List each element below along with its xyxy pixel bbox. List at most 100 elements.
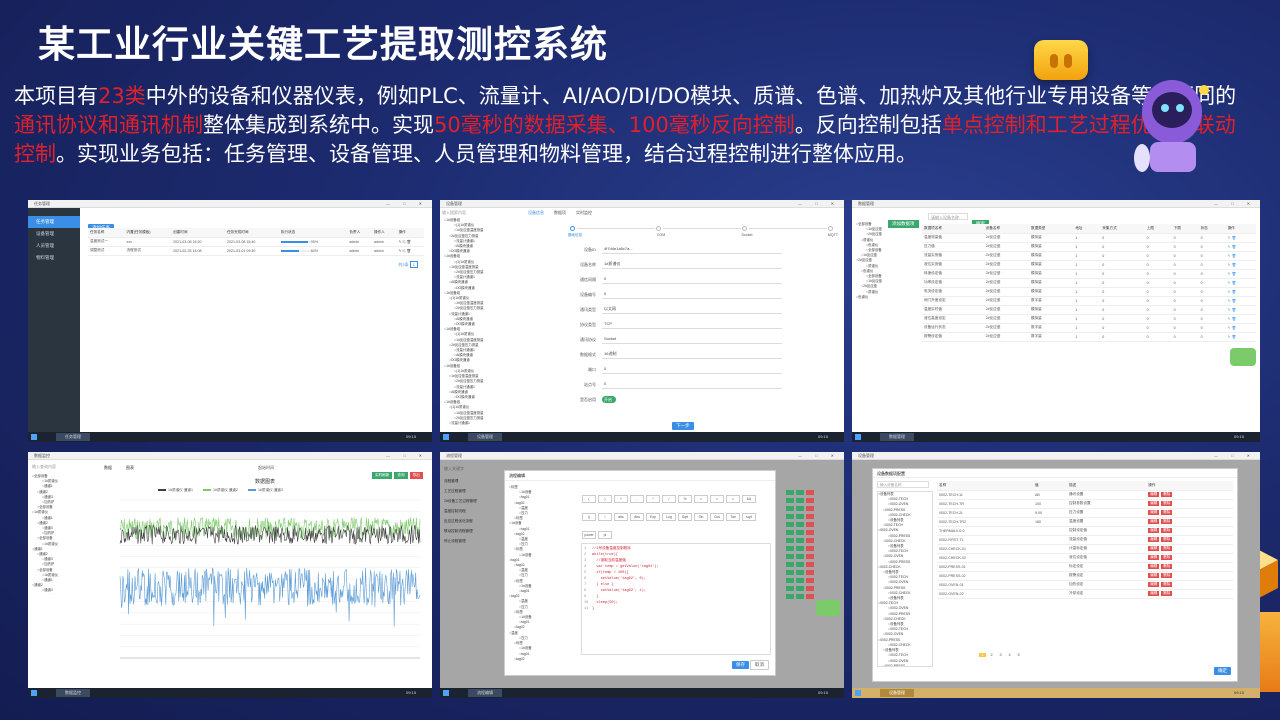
delete-button[interactable]: 删除 bbox=[1161, 546, 1173, 551]
delete-button[interactable]: 删除 bbox=[1161, 573, 1173, 578]
table-row[interactable]: 0002-CHECK-01 计量标定值 编辑 删除 bbox=[937, 544, 1233, 554]
edit-button[interactable]: 编辑 bbox=[1148, 528, 1160, 533]
row-actions[interactable]: 编辑 删除 bbox=[1146, 508, 1233, 518]
row-actions[interactable]: ✎ 🗑 bbox=[1225, 296, 1256, 306]
legend-entry[interactable]: 1#质谱仪 通道1 bbox=[168, 488, 193, 492]
edit-button[interactable]: 编辑 bbox=[1148, 555, 1160, 560]
tab[interactable]: 图表 bbox=[126, 465, 134, 470]
action-button-icon[interactable] bbox=[796, 594, 804, 599]
row-actions[interactable]: ✎ 🗑 bbox=[1225, 305, 1256, 315]
step-label[interactable]: MQTT bbox=[818, 233, 844, 237]
page-number[interactable]: 4 bbox=[1006, 653, 1013, 657]
table-row[interactable]: 0002-FIRST-TL 流量设定值 编辑 删除 bbox=[937, 535, 1233, 545]
table-row[interactable]: 温度测试一 xxx 2021-03-08 15:20 2021-03-08 15:40… bbox=[88, 237, 424, 247]
start-icon[interactable] bbox=[31, 434, 37, 440]
row-actions[interactable]: 编辑 删除 bbox=[1146, 553, 1233, 563]
field-input[interactable]: 1#质谱仪 bbox=[602, 259, 782, 269]
delete-button[interactable]: 删除 bbox=[1161, 501, 1173, 506]
delete-button[interactable]: 删除 bbox=[1161, 510, 1173, 515]
page-number[interactable]: 3 bbox=[997, 653, 1004, 657]
keypad-button[interactable]: Abs bbox=[630, 513, 644, 521]
table-row[interactable]: 功率设定值 2#反应釜 模拟量 1 0 0 0 0 ✎ 🗑 bbox=[922, 278, 1256, 288]
table-row[interactable]: 转速设定值 2#反应釜 模拟量 1 0 0 0 0 ✎ 🗑 bbox=[922, 269, 1256, 279]
cancel-button[interactable]: 取消 bbox=[750, 653, 769, 671]
search-input[interactable]: 输入搜索内容 bbox=[442, 210, 466, 216]
field-input[interactable]: 4f7d4e1a5c7a... bbox=[602, 244, 782, 254]
table-row[interactable]: 阀门开度设定 2#反应釜 数字量 1 0 0 0 0 ✎ 🗑 bbox=[922, 296, 1256, 306]
edit-button[interactable]: 编辑 bbox=[1148, 582, 1160, 587]
delete-button[interactable]: 删除 bbox=[1161, 555, 1173, 560]
row-actions[interactable]: 编辑 删除 bbox=[1146, 571, 1233, 581]
page-number[interactable]: 1 bbox=[979, 653, 986, 657]
confirm-button[interactable]: 确定 bbox=[1214, 659, 1231, 677]
legend-entry[interactable]: 1#质谱仪 通道3 bbox=[258, 488, 283, 492]
row-actions[interactable]: 编辑 删除 bbox=[1146, 544, 1233, 554]
delete-button[interactable]: 删除 bbox=[1161, 537, 1173, 542]
table-row[interactable]: 0002-TECH-TR 100 控制参数设置 编辑 删除 bbox=[937, 499, 1233, 509]
row-actions[interactable]: 编辑 删除 bbox=[1146, 580, 1233, 590]
code-editor[interactable]: 1//1号设备温度控制程序 2 while(true){3 //读取当前温度值 4 v… bbox=[581, 543, 771, 655]
edit-button[interactable]: 编辑 bbox=[1148, 501, 1160, 506]
field-input[interactable]: 0 bbox=[602, 379, 782, 389]
keypad-button[interactable]: = bbox=[726, 495, 740, 503]
table-row[interactable]: 温度实时值 2#反应釜 模拟量 1 0 0 0 0 ✎ 🗑 bbox=[922, 305, 1256, 315]
table-row[interactable]: 0002-PRESS-01 标定设定 编辑 删除 bbox=[937, 562, 1233, 572]
table-row[interactable]: 设备运行状态 2#反应釜 数字量 1 0 0 0 0 ✎ 🗑 bbox=[922, 323, 1256, 333]
table-row[interactable]: THERMALV-0-0 控制设定值 编辑 删除 bbox=[937, 526, 1233, 536]
floating-widget-icon[interactable] bbox=[816, 600, 840, 616]
row-actions[interactable]: ✎ 🗑 bbox=[1225, 278, 1256, 288]
keypad-button[interactable]: pi bbox=[598, 531, 612, 539]
table-row[interactable]: 0002-TECH-2L 5.00 压力设置 编辑 删除 bbox=[937, 508, 1233, 518]
step-label[interactable]: COM bbox=[646, 233, 676, 237]
row-actions[interactable]: ✎ 🗑 bbox=[1225, 233, 1256, 243]
keypad-button[interactable]: power bbox=[582, 531, 596, 539]
save-button[interactable]: 保存 bbox=[732, 653, 749, 671]
edit-button[interactable]: 编辑 bbox=[1148, 510, 1160, 515]
table-row[interactable]: 压力值 2#反应釜 模拟量 1 0 0 0 0 ✎ 🗑 bbox=[922, 242, 1256, 252]
action-button-icon[interactable] bbox=[786, 594, 794, 599]
sidebar-item[interactable]: 设备管理 bbox=[28, 228, 80, 240]
row-actions[interactable]: ✎ 🗑 bbox=[1225, 242, 1256, 252]
edit-button[interactable]: 编辑 bbox=[1148, 519, 1160, 524]
field-input[interactable]: 0 bbox=[602, 364, 782, 374]
action-button-icon[interactable] bbox=[806, 594, 814, 599]
keypad-button[interactable]: Sqrt bbox=[678, 513, 692, 521]
tree-node[interactable]: 0002-PRESS bbox=[878, 664, 932, 666]
keypad-button[interactable]: Tan bbox=[726, 513, 740, 521]
keypad-button[interactable]: ) bbox=[598, 495, 612, 503]
delete-button[interactable]: 删除 bbox=[1161, 582, 1173, 587]
tab[interactable]: 数据 bbox=[104, 465, 112, 470]
start-icon[interactable] bbox=[855, 690, 861, 696]
row-actions[interactable]: 编辑 删除 bbox=[1146, 517, 1233, 527]
table-row[interactable]: 报警设定值 2#反应釜 数字量 1 0 0 0 0 ✎ 🗑 bbox=[922, 332, 1256, 342]
page-number[interactable]: 2 bbox=[988, 653, 995, 657]
start-icon[interactable] bbox=[443, 690, 449, 696]
table-row[interactable]: 0002-CHECK-02 液位设定值 编辑 删除 bbox=[937, 553, 1233, 563]
row-actions[interactable]: ✎ ⎘ 🗑 bbox=[396, 237, 424, 247]
keypad-button[interactable]: - bbox=[630, 495, 644, 503]
field-input[interactable]: 0 bbox=[602, 289, 782, 299]
row-actions[interactable]: 编辑 删除 bbox=[1146, 490, 1233, 500]
field-input[interactable]: 0 bbox=[602, 274, 782, 284]
search-input[interactable]: 请输入设备名称 bbox=[928, 213, 968, 220]
keypad-button[interactable]: sqrt bbox=[742, 513, 756, 521]
keypad-button[interactable]: || bbox=[582, 513, 596, 521]
keypad-button[interactable]: Sin bbox=[694, 513, 708, 521]
floating-widget-icon[interactable] bbox=[1230, 348, 1256, 366]
keypad-button[interactable]: > bbox=[694, 495, 708, 503]
search-input[interactable]: 输入设备名称 bbox=[877, 481, 929, 488]
sidebar-item[interactable]: 人员管理 bbox=[28, 240, 80, 252]
row-actions[interactable]: 编辑 删除 bbox=[1146, 499, 1233, 509]
keypad-button[interactable]: / bbox=[662, 495, 676, 503]
keypad-button[interactable]: * bbox=[646, 495, 660, 503]
keypad-button[interactable]: + bbox=[614, 495, 628, 503]
edit-button[interactable]: 编辑 bbox=[1148, 546, 1160, 551]
row-actions[interactable]: ✎ 🗑 bbox=[1225, 332, 1256, 342]
keypad-button[interactable]: ! bbox=[598, 513, 612, 521]
step-label[interactable]: 基础信息 bbox=[560, 233, 590, 238]
table-row[interactable]: 0002-OVEN-01 加热设定 编辑 删除 bbox=[937, 580, 1233, 590]
row-actions[interactable]: ✎ 🗑 bbox=[1225, 260, 1256, 270]
keypad-button[interactable]: < bbox=[710, 495, 724, 503]
table-row[interactable]: 0002-TECH-TR2 180 温度设置 编辑 删除 bbox=[937, 517, 1233, 527]
row-actions[interactable]: ✎ 🗑 bbox=[1225, 269, 1256, 279]
